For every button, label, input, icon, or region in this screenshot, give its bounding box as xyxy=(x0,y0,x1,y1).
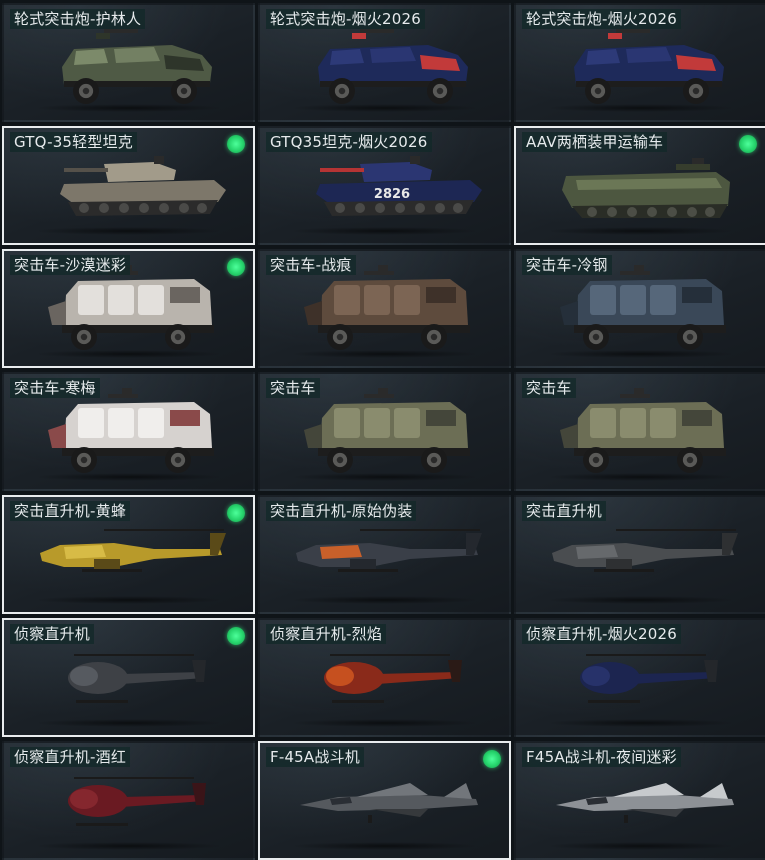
vehicle-name: 突击直升机-原始伪装 xyxy=(266,501,417,521)
vehicle-card[interactable]: 侦察直升机-酒红 xyxy=(2,741,255,860)
vehicle-name: AAV两栖装甲运输车 xyxy=(522,132,668,152)
vehicle-name: 突击车-冷钢 xyxy=(522,255,612,275)
vehicle-name: 突击车-沙漠迷彩 xyxy=(10,255,131,275)
vehicle-card[interactable]: 侦察直升机-烈焰 xyxy=(258,618,511,737)
vehicle-name: 侦察直升机-烈焰 xyxy=(266,624,387,644)
vehicle-name: 轮式突击炮-烟火2026 xyxy=(522,9,681,29)
vehicle-name: 突击车 xyxy=(522,378,576,398)
vehicle-card[interactable]: 2826 GTQ35坦克-烟火2026 xyxy=(258,126,511,245)
vehicle-name: 轮式突击炮-护林人 xyxy=(10,9,146,29)
vehicle-card[interactable]: 突击车-沙漠迷彩 xyxy=(2,249,255,368)
vehicle-name: 侦察直升机 xyxy=(10,624,95,644)
vehicle-name: 突击直升机-黄蜂 xyxy=(10,501,131,521)
vehicle-name: F-45A战斗机 xyxy=(266,747,364,767)
vehicle-card[interactable]: GTQ-35轻型坦克 xyxy=(2,126,255,245)
vehicle-skin-grid: 轮式突击炮-护林人 轮式突击炮-烟火2026 轮式突击炮-烟火2026 GTQ-… xyxy=(0,0,765,860)
vehicle-card[interactable]: 轮式突击炮-烟火2026 xyxy=(514,3,765,122)
svg-text:2826: 2826 xyxy=(374,187,410,202)
vehicle-card[interactable]: 突击直升机 xyxy=(514,495,765,614)
vehicle-name: 突击直升机 xyxy=(522,501,607,521)
vehicle-name: 侦察直升机-酒红 xyxy=(10,747,131,767)
equipped-indicator-icon xyxy=(739,135,757,153)
vehicle-card[interactable]: 轮式突击炮-护林人 xyxy=(2,3,255,122)
vehicle-name: 轮式突击炮-烟火2026 xyxy=(266,9,425,29)
vehicle-card[interactable]: 突击直升机-黄蜂 xyxy=(2,495,255,614)
vehicle-card[interactable]: 突击车-冷钢 xyxy=(514,249,765,368)
vehicle-card[interactable]: F45A战斗机-夜间迷彩 xyxy=(514,741,765,860)
vehicle-name: 突击车-寒梅 xyxy=(10,378,100,398)
vehicle-card[interactable]: 轮式突击炮-烟火2026 xyxy=(258,3,511,122)
vehicle-card[interactable]: 突击车-寒梅 xyxy=(2,372,255,491)
vehicle-card[interactable]: F-45A战斗机 xyxy=(258,741,511,860)
vehicle-card[interactable]: 突击车 xyxy=(258,372,511,491)
vehicle-name: 突击车-战痕 xyxy=(266,255,356,275)
vehicle-card[interactable]: 突击直升机-原始伪装 xyxy=(258,495,511,614)
vehicle-card[interactable]: 突击车-战痕 xyxy=(258,249,511,368)
vehicle-card[interactable]: AAV两栖装甲运输车 xyxy=(514,126,765,245)
vehicle-name: 突击车 xyxy=(266,378,320,398)
vehicle-name: GTQ35坦克-烟火2026 xyxy=(266,132,432,152)
vehicle-name: 侦察直升机-烟火2026 xyxy=(522,624,681,644)
equipped-indicator-icon xyxy=(227,504,245,522)
vehicle-name: GTQ-35轻型坦克 xyxy=(10,132,137,152)
equipped-indicator-icon xyxy=(227,627,245,645)
equipped-indicator-icon xyxy=(483,750,501,768)
vehicle-card[interactable]: 侦察直升机 xyxy=(2,618,255,737)
vehicle-card[interactable]: 侦察直升机-烟火2026 xyxy=(514,618,765,737)
vehicle-card[interactable]: 突击车 xyxy=(514,372,765,491)
equipped-indicator-icon xyxy=(227,135,245,153)
vehicle-name: F45A战斗机-夜间迷彩 xyxy=(522,747,681,767)
equipped-indicator-icon xyxy=(227,258,245,276)
